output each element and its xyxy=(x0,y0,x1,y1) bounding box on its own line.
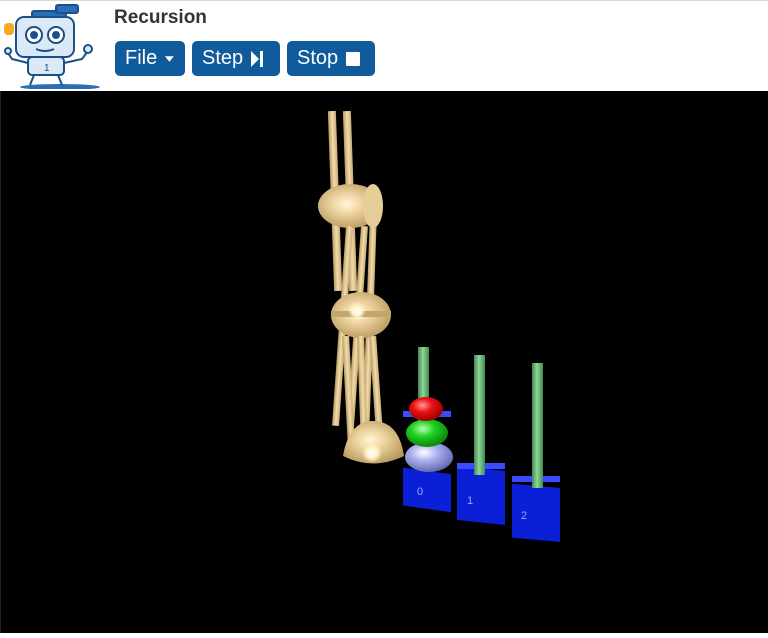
peg-2-label: 2 xyxy=(521,510,527,522)
peg-2: 2 xyxy=(512,363,560,542)
hanoi-scene[interactable]: 0 1 2 xyxy=(1,91,767,633)
peg-1: 1 xyxy=(457,355,505,525)
peg-1-label: 1 xyxy=(467,495,473,507)
robot-arm xyxy=(318,110,404,464)
disc-green xyxy=(406,419,448,447)
discs xyxy=(405,397,453,472)
app-title: Recursion xyxy=(114,7,207,28)
stop-button[interactable]: Stop xyxy=(287,41,375,76)
peg-0-label: 0 xyxy=(417,486,423,498)
top-header: 1 Recursion File Step Stop xyxy=(0,0,768,91)
step-button-label: Step xyxy=(202,47,244,69)
file-button-label: File xyxy=(125,47,158,69)
caret-down-icon xyxy=(165,55,175,62)
3d-viewport[interactable]: 0 1 2 xyxy=(0,91,768,633)
robot-logo: 1 xyxy=(4,4,100,89)
stop-button-label: Stop xyxy=(297,47,339,69)
stop-square-icon xyxy=(346,51,361,66)
step-button[interactable]: Step xyxy=(192,41,280,76)
disc-red xyxy=(409,397,443,421)
file-menu-button[interactable]: File xyxy=(115,41,185,76)
step-forward-icon xyxy=(251,50,264,67)
svg-text:1: 1 xyxy=(44,63,50,74)
